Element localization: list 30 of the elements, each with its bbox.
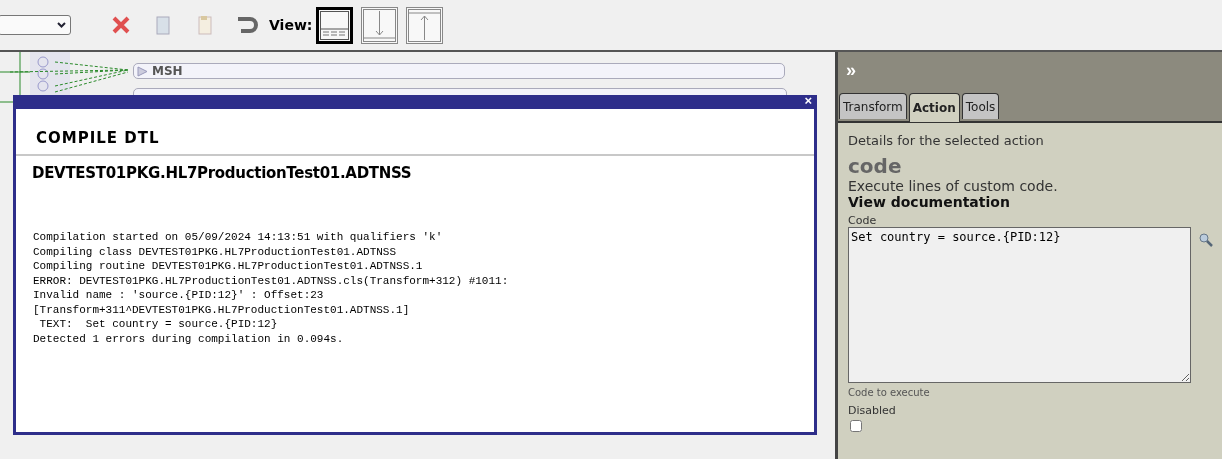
disabled-label: Disabled [848, 404, 897, 417]
close-icon [111, 15, 131, 35]
compile-log: Compilation started on 05/09/2024 14:13:51 with qualifiers 'k' Compiling class DEVTEST01PKG.HL7ProductionTest01.ADTNSS Compiling routine DEVTEST01PKG.HL7ProductionTest01.ADTNSS.1 ERROR: DEVTEST01PKG.HL7ProductionTest01.ADTNSS.cls(Transform+312) #1011: Invalid name : 'source.{PID:12}' : Offset:23 [Transform+311^DEVTEST01PKG.HL7ProductionTest01.ADTNSS.1] TEXT: Set country = source.{PID:12} Detected 1 errors during compilation in 0.094s. [33, 230, 510, 346]
action-name: code [848, 154, 903, 178]
field-label: Code [848, 214, 878, 227]
close-button[interactable]: × [804, 94, 812, 108]
panel-tab[interactable]: Tools [961, 93, 1000, 119]
undo-icon [235, 15, 259, 35]
panel-tab[interactable]: Transform [839, 93, 907, 119]
documentation-link[interactable]: View documentation [848, 194, 1010, 210]
panel-intro: Details for the selected action [848, 133, 1045, 148]
split-view-icon [320, 10, 350, 40]
expand-triangle-icon [137, 65, 148, 77]
action-description: Execute lines of custom code. [848, 178, 1059, 194]
panel-tab[interactable]: Action [908, 93, 960, 122]
view-label: View: [269, 17, 313, 33]
dropdown-select[interactable] [0, 15, 71, 35]
document-icon [156, 15, 170, 35]
view-option-button[interactable] [316, 6, 354, 44]
code-field[interactable]: Set country = source.{PID:12} [848, 227, 1191, 383]
dialog-title: COMPILE DTL [16, 109, 814, 156]
arrow-up-icon [408, 8, 442, 42]
clipboard-icon [198, 15, 212, 35]
chevron-down-icon [57, 22, 66, 28]
segment-label: MSH [152, 64, 183, 78]
dialog-heading: DEVTEST01PKG.HL7ProductionTest01.ADTNSS [31, 163, 413, 182]
arrow-down-icon [363, 8, 397, 42]
magnifier-icon[interactable] [1199, 233, 1213, 247]
segment-bar[interactable]: MSH [133, 63, 785, 79]
field-hint: Code to execute [848, 387, 931, 398]
